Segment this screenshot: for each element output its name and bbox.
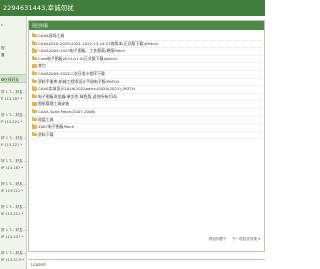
list-item[interactable]: 其它	[29, 62, 264, 69]
list-item[interactable]: CAXA现场工具	[29, 32, 264, 39]
sidebar-item[interactable]: 好 1 T... 好友...	[1, 113, 26, 118]
list-item[interactable]: 2007电子图板Patch	[29, 123, 264, 130]
list-item-label: CAXA实体设计2019(2022patch)2020(2021)_PATCH	[38, 86, 136, 92]
list-item-label: 图纸管理工具安装	[38, 101, 70, 107]
list-item[interactable]: 资料下载	[29, 131, 264, 138]
list-item[interactable]: 网盘工具	[29, 116, 264, 123]
sidebar-item[interactable]: 好 1 T... 好友...	[1, 228, 26, 233]
sidebar-item[interactable]: 好 1 T... 好友...	[1, 159, 26, 164]
list-item[interactable]: CAXA2018,2019,2021,2022,23,24,25各版本(正式版下…	[29, 40, 264, 47]
pager-prev-link[interactable]: 项目列表下	[209, 237, 227, 241]
file-list-panel: 项目列表 CAXA现场工具 CAXA2018,2019,2021,2022,23…	[28, 20, 265, 252]
sidebar-item[interactable]: IP 113.237 *	[1, 235, 23, 240]
sidebar-item[interactable]: P 113.221 *	[1, 143, 22, 148]
list-item-label: CAXA2009-2021二次开发小程序下载	[38, 71, 105, 76]
row-divider	[31, 138, 262, 140]
window-header: 2294631443,幸诚勿扰	[0, 0, 265, 16]
list-item[interactable]: CAXA实体设计2019(2022patch)2020(2021)_PATCH	[29, 85, 264, 92]
status-bar: Loaded	[28, 259, 265, 269]
list-item[interactable]: CAXA2009-2023电子图板、工艺图表(原版Patch	[29, 47, 264, 54]
folder-icon	[32, 93, 37, 99]
main-panel: 项目列表 CAXA现场工具 CAXA2018,2019,2021,2022,23…	[28, 16, 265, 269]
sidebar-top-item[interactable]: 规	[1, 46, 5, 51]
folder-icon	[32, 124, 37, 129]
list-item-label: Creo电子图板2021(v1.0)正式版下载(patch)	[38, 55, 118, 61]
sidebar-item[interactable]: IP 113.57.9 *	[1, 258, 24, 263]
sidebar-item[interactable]: P 113.187 *	[1, 97, 22, 102]
sidebar-item[interactable]: IP 113.187 *	[1, 166, 23, 171]
list-item[interactable]: 资料手册库-机械工程师设计手册电子版(PATCH	[29, 78, 264, 85]
folder-icon	[32, 78, 37, 83]
sidebar: s 规 置 在线好友 好 1 T... 好友... P 113.187 * 好 …	[0, 16, 27, 269]
list-item-label: 其它	[38, 63, 46, 69]
sidebar-item[interactable]: IP 113.221 *	[1, 212, 23, 217]
list-item-label: CAXA现场工具	[38, 33, 65, 38]
list-item[interactable]: CAXA Solid Patch(2007,2008)	[29, 108, 264, 115]
list-item-label: 资料下载	[38, 131, 54, 137]
folder-icon	[32, 70, 37, 76]
sidebar-item[interactable]: 好 1 T... 好友...	[1, 205, 26, 210]
sidebar-item[interactable]: 好 1 T... 好友...	[1, 90, 26, 95]
folder-icon	[32, 40, 37, 45]
folder-icon	[32, 55, 37, 61]
sidebar-selected-label: 在线好友	[4, 77, 20, 82]
list-item[interactable]: Creo电子图板2021(v1.0)正式版下载(patch)	[29, 55, 264, 62]
list-item[interactable]: CAXA2009-2021二次开发小程序下载	[29, 70, 264, 77]
folder-icon	[32, 101, 37, 106]
sidebar-item[interactable]: 好 1 T... 好友...	[1, 251, 26, 256]
folder-icon	[32, 108, 37, 114]
sidebar-item[interactable]: P 113.221 *	[1, 120, 22, 125]
list-item-label: CAXA Solid Patch(2007,2008)	[38, 109, 96, 114]
folder-icon	[32, 63, 37, 68]
list-item-label: CAXA2009-2023电子图板、工艺图表(原版Patch	[38, 48, 125, 54]
list-item-label: 2007电子图板Patch	[38, 124, 75, 130]
list-item-label: 网盘工具	[38, 116, 54, 122]
list-item-label: 资料手册库-机械工程师设计手册电子版(PATCH	[38, 78, 120, 84]
sidebar-item[interactable]: IP 119.212 *	[1, 189, 23, 194]
folder-icon	[32, 116, 37, 121]
folder-icon	[32, 32, 37, 38]
sidebar-top-item[interactable]: s	[1, 23, 3, 28]
sidebar-selected-item[interactable]: 在线好友	[0, 74, 26, 83]
folder-icon	[32, 86, 37, 91]
sidebar-item[interactable]: 好 1 T... 好友...	[1, 136, 26, 141]
list-item-label: CAXA2018,2019,2021,2022,23,24,25各版本(正式版下…	[38, 40, 159, 46]
pager-next-link[interactable]: 下一项目文件夹 ▾	[232, 237, 260, 241]
list-header: 项目列表	[29, 21, 264, 30]
list-item[interactable]: 电子图板浏览器(单文件,绿色版,适合所有打印)	[29, 93, 264, 100]
list-item-label: 电子图板浏览器(单文件,绿色版,适合所有打印)	[38, 93, 118, 99]
status-text: Loaded	[31, 262, 46, 267]
folder-icon	[32, 48, 37, 53]
folder-icon	[32, 131, 37, 137]
pager: 项目列表下 下一项目文件夹 ▾	[205, 237, 260, 242]
sidebar-item[interactable]: 好 1 T... 好友...	[1, 182, 26, 187]
file-list: CAXA现场工具 CAXA2018,2019,2021,2022,23,24,2…	[29, 30, 264, 244]
sidebar-top-item[interactable]: 置	[1, 53, 5, 58]
list-item[interactable]: 图纸管理工具安装	[29, 100, 264, 107]
window-title: 2294631443,幸诚勿扰	[3, 4, 74, 12]
